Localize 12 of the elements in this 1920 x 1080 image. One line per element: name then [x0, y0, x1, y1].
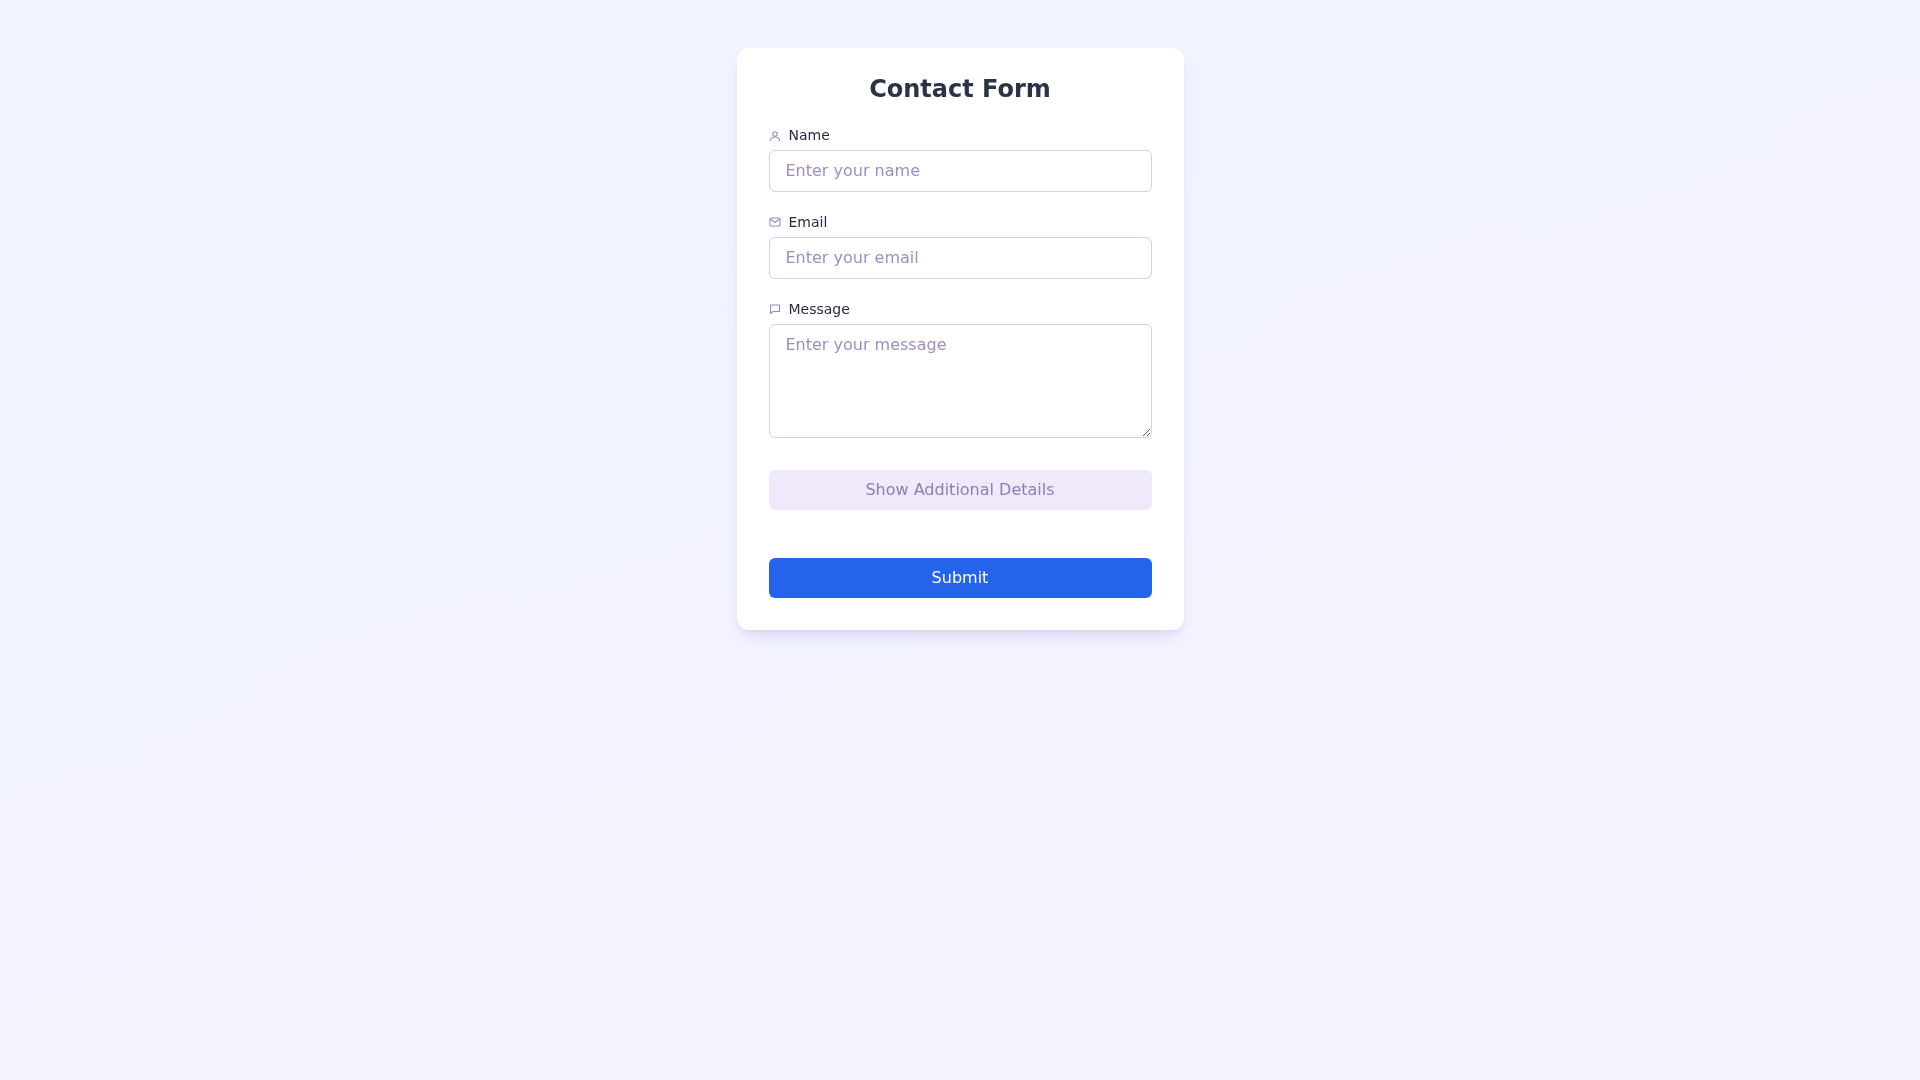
submit-button[interactable]: Submit	[768, 557, 1152, 598]
form-title: Contact Form	[868, 74, 1052, 105]
message-field[interactable]: Enter your message	[768, 323, 1152, 438]
speech-bubble-icon	[768, 303, 781, 316]
field-label: Email	[788, 214, 828, 231]
name-field[interactable]: Enter your name	[768, 150, 1152, 192]
person-icon	[768, 129, 781, 142]
envelope-icon	[768, 216, 781, 229]
email-field[interactable]: Enter your email	[768, 236, 1152, 279]
field-label: Message	[788, 300, 850, 318]
show-details-button[interactable]: Show Additional Details	[768, 469, 1152, 510]
field-label: Name	[788, 127, 830, 144]
